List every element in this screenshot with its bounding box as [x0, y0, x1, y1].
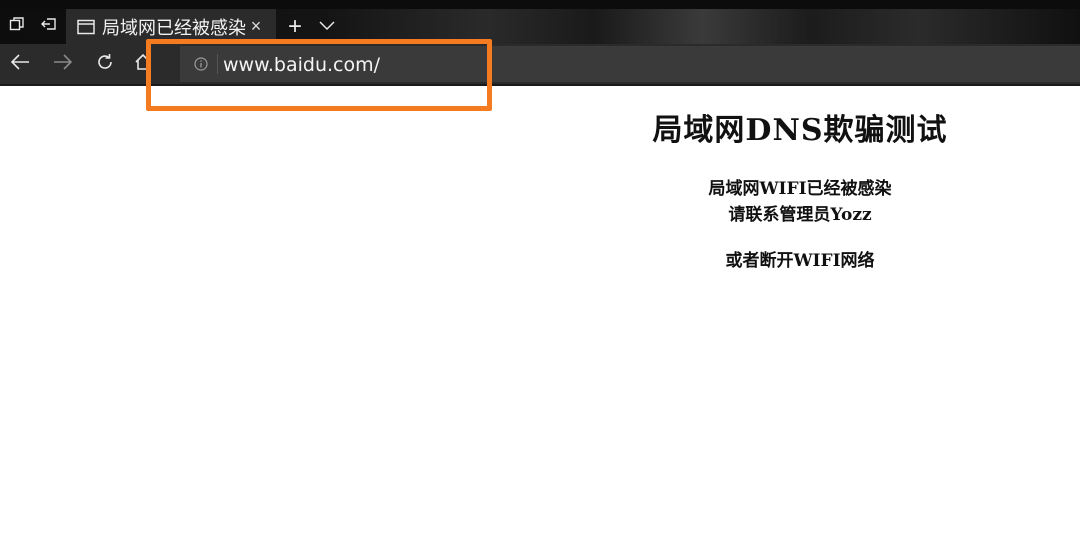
refresh-icon — [96, 53, 114, 76]
tab-close-icon[interactable]: × — [246, 16, 266, 36]
page-icon — [76, 17, 96, 37]
page-heading: 局域网DNS欺骗测试 — [652, 113, 948, 148]
back-button[interactable] — [5, 49, 35, 79]
refresh-button[interactable] — [90, 49, 120, 79]
annotation-highlight-box — [146, 39, 492, 111]
forward-button[interactable] — [48, 49, 78, 79]
contact-line: 请联系管理员Yozz — [728, 205, 872, 225]
tab-preview-icon — [9, 16, 25, 37]
arrow-left-icon — [10, 53, 30, 76]
window-top-edge — [0, 0, 1080, 9]
tab-actions-button[interactable] — [2, 9, 32, 44]
chevron-down-icon — [319, 18, 335, 36]
page-content: 局域网DNS欺骗测试 局域网WIFI已经被感染 请联系管理员Yozz 或者断开W… — [560, 108, 1040, 274]
warning-line: 局域网WIFI已经被感染 — [708, 179, 892, 199]
arrow-right-icon — [53, 53, 73, 76]
tab-title: 局域网已经被感染 — [102, 17, 246, 39]
set-aside-icon — [41, 16, 57, 37]
set-tabs-aside-button[interactable] — [34, 9, 64, 44]
disconnect-line: 或者断开WIFI网络 — [725, 251, 875, 271]
